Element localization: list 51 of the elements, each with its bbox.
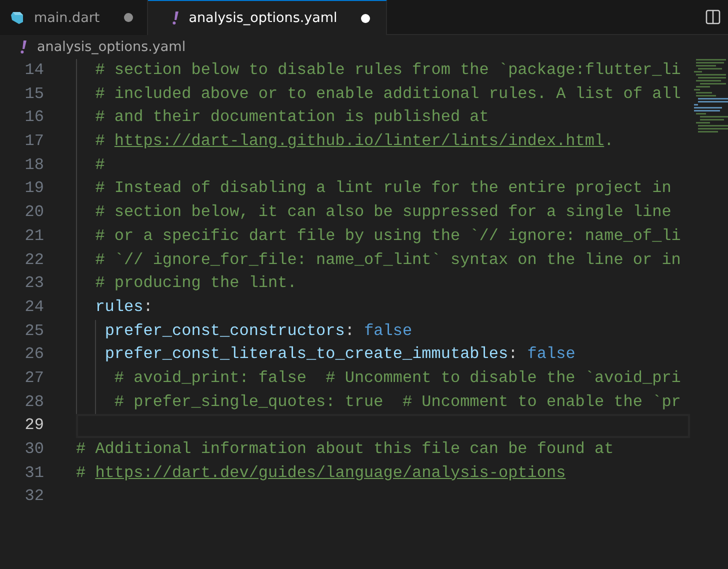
boolean-value: false — [364, 320, 412, 342]
yaml-key: prefer_const_literals_to_create_immutables — [104, 343, 508, 367]
line-number: 28 — [24, 392, 44, 413]
code-comment: # or a specific dart file by using the `// ignore: name_of_li — [95, 226, 681, 247]
line-number: 25 — [24, 320, 44, 342]
code-comment: # Additional information about this file can be found at — [76, 439, 614, 460]
code-comment: # producing the lint. — [95, 273, 297, 294]
split-editor-icon[interactable] — [705, 9, 721, 25]
editor-tab[interactable]: main.dart — [0, 0, 148, 35]
line-number: 27 — [24, 368, 44, 389]
line-number: 15 — [24, 84, 44, 105]
code-comment: . — [604, 131, 614, 152]
colon: : — [143, 296, 153, 318]
line-number: 18 — [24, 154, 44, 176]
line-number: 14 — [24, 60, 44, 81]
line-number: 31 — [24, 462, 44, 484]
code-comment: # `// ignore_for_file: name_of_lint` syntax on the line or in — [95, 250, 681, 270]
line-number: 29 — [24, 415, 44, 436]
code-comment: # prefer_single_quotes: true # Uncomment to enable the `pr — [114, 392, 681, 413]
breadcrumb-item[interactable]: analysis_options.yaml — [37, 39, 186, 55]
line-number: 19 — [24, 178, 44, 200]
code-comment: # — [95, 131, 106, 152]
colon: : — [508, 344, 518, 366]
boolean-value: false — [527, 344, 576, 366]
line-number: 21 — [24, 226, 44, 247]
code-link[interactable]: https://dart.dev/guides/language/analysis-options — [95, 462, 566, 486]
code-comment: # — [76, 462, 87, 484]
code-comment: # avoid_print: false # Uncomment to disable the `avoid_pri — [114, 368, 681, 389]
yaml-key: rules — [95, 296, 144, 320]
line-number: 20 — [24, 202, 44, 224]
code-comment: # section below to disable rules from the `package:flutter_li — [95, 60, 681, 81]
code-comment: # included above or to enable additional rules. A list of all — [95, 84, 681, 105]
yaml-key: prefer_const_constructors — [104, 320, 345, 344]
code-link[interactable]: https://dart-lang.github.io/linter/lints/index.html — [114, 130, 604, 154]
line-number: 30 — [24, 439, 44, 460]
code-comment: # section below, it can also be suppressed for a single line — [95, 202, 672, 224]
colon: : — [344, 320, 354, 342]
line-number: 24 — [24, 296, 44, 318]
line-number: 23 — [24, 273, 44, 294]
line-number: 22 — [24, 250, 44, 270]
exclamation-icon — [172, 11, 179, 25]
line-number: 32 — [24, 486, 44, 508]
code-comment: # Instead of disabling a lint rule for the entire project in — [95, 178, 672, 200]
code-comment: # and their documentation is published at — [95, 107, 489, 128]
editor-tab[interactable]: analysis_options.yaml — [148, 0, 388, 35]
exclamation-icon — [20, 40, 27, 54]
line-number: 16 — [24, 107, 44, 128]
code-comment: # — [95, 154, 105, 176]
line-number: 26 — [24, 344, 44, 366]
line-number: 17 — [24, 131, 44, 152]
dart-logo-icon — [10, 10, 24, 24]
